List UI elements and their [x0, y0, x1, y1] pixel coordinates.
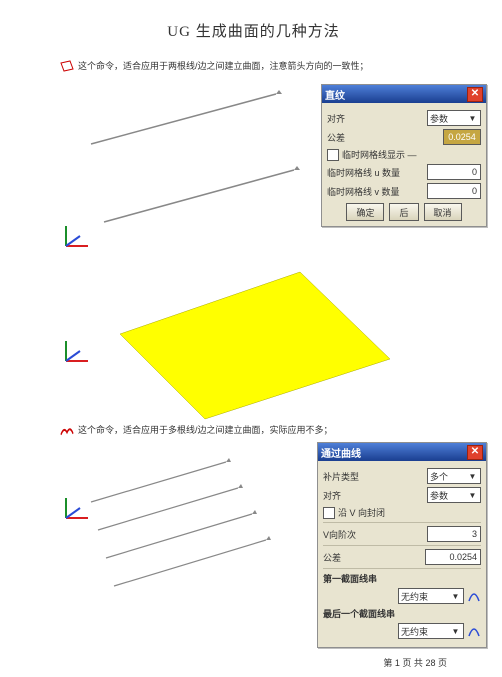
v-deg-label: V向阶次	[323, 528, 356, 541]
tolerance-field[interactable]: 0.0254	[443, 129, 481, 145]
dialog-through-curves: 通过曲线 ✕ 补片类型 多个 ▼ 对齐 参数	[317, 442, 487, 648]
align-combo[interactable]: 参数 ▼	[427, 487, 481, 503]
close-button[interactable]: ✕	[467, 445, 483, 460]
v-closed-checkbox[interactable]	[323, 507, 335, 519]
dialog-ruled-title: 直纹	[325, 87, 345, 102]
back-button[interactable]: 后	[389, 203, 418, 221]
chevron-down-icon: ▼	[450, 627, 461, 636]
tolerance-label: 公差	[323, 551, 341, 564]
tolerance-field[interactable]: 0.0254	[425, 549, 481, 565]
axes-icon	[62, 335, 92, 365]
axes-icon	[62, 492, 92, 522]
dialog-ruled: 直纹 ✕ 对齐 参数 ▼ 公差 0.0254	[321, 84, 487, 227]
tolerance-label: 公差	[327, 131, 345, 144]
close-button[interactable]: ✕	[467, 87, 483, 102]
figure-through-curves: 通过曲线 ✕ 补片类型 多个 ▼ 对齐 参数	[60, 442, 447, 612]
grid-v-label: 临时网格线 v 数量	[327, 185, 400, 198]
ok-button[interactable]: 确定	[346, 203, 384, 221]
align-label: 对齐	[327, 112, 345, 125]
grid-u-label: 临时网格线 u 数量	[327, 166, 400, 179]
v-closed-label: 沿 V 向封闭	[338, 506, 385, 519]
ruled-surface-icon	[60, 60, 74, 72]
dialog-through-title: 通过曲线	[321, 445, 361, 460]
last-section-label: 最后一个截面线串	[323, 607, 395, 620]
grid-v-field[interactable]: 0	[427, 183, 481, 199]
last-section-combo[interactable]: 无约束 ▼	[398, 623, 464, 639]
chevron-down-icon: ▼	[467, 114, 478, 123]
page-title: UG 生成曲面的几种方法	[60, 20, 447, 41]
grid-u-field[interactable]: 0	[427, 164, 481, 180]
patch-type-label: 补片类型	[323, 470, 359, 483]
page-footer: 第 1 页 共 28 页	[383, 656, 447, 669]
grid-display-label: 临时网格线显示 —	[342, 148, 417, 161]
chevron-down-icon: ▼	[467, 472, 478, 481]
first-section-label: 第一截面线串	[323, 572, 377, 585]
section1-desc: 这个命令，适合应用于两根线/边之间建立曲面，注意箭头方向的一致性；	[78, 59, 369, 72]
geom-icon[interactable]	[467, 624, 481, 638]
grid-display-checkbox[interactable]	[327, 149, 339, 161]
figure-ruled-result	[60, 258, 447, 423]
axes-icon	[62, 220, 92, 250]
align-label: 对齐	[323, 489, 341, 502]
chevron-down-icon: ▼	[450, 592, 461, 601]
patch-type-combo[interactable]: 多个 ▼	[427, 468, 481, 484]
cancel-button[interactable]: 取消	[424, 203, 462, 221]
chevron-down-icon: ▼	[467, 491, 478, 500]
v-deg-field[interactable]: 3	[427, 526, 481, 542]
geom-icon[interactable]	[467, 589, 481, 603]
figure-ruled-input: 直纹 ✕ 对齐 参数 ▼ 公差 0.0254	[60, 78, 447, 258]
align-combo[interactable]: 参数 ▼	[427, 110, 481, 126]
first-section-combo[interactable]: 无约束 ▼	[398, 588, 464, 604]
through-curves-icon	[60, 424, 74, 436]
